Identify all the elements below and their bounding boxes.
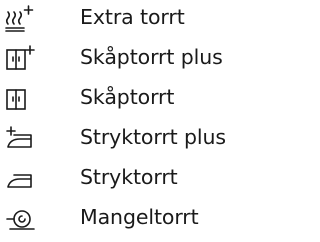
mangle-dry-icon (6, 205, 46, 233)
extra-dry-icon (5, 5, 46, 33)
program-label: Stryktorrt plus (80, 125, 226, 149)
program-label: Stryktorrt (80, 165, 178, 189)
program-label: Extra torrt (80, 5, 185, 29)
iron-dry-icon (6, 165, 46, 193)
program-item-iron-dry: Stryktorrt (0, 162, 252, 192)
cupboard-dry-plus-icon (6, 45, 46, 73)
program-item-iron-dry-plus: Stryktorrt plus (0, 122, 252, 152)
drying-program-list: Extra torrt Skåptorrt plus Skåptorrt Str… (0, 0, 252, 242)
program-item-cupboard-dry: Skåptorrt (0, 82, 252, 112)
program-label: Mangeltorrt (80, 205, 199, 229)
program-item-extra-dry: Extra torrt (0, 2, 252, 32)
iron-dry-plus-icon (6, 125, 46, 153)
program-item-mangle-dry: Mangeltorrt (0, 202, 252, 232)
program-label: Skåptorrt plus (80, 45, 223, 69)
program-label: Skåptorrt (80, 85, 175, 109)
program-item-cupboard-dry-plus: Skåptorrt plus (0, 42, 252, 72)
cupboard-dry-icon (6, 85, 46, 113)
